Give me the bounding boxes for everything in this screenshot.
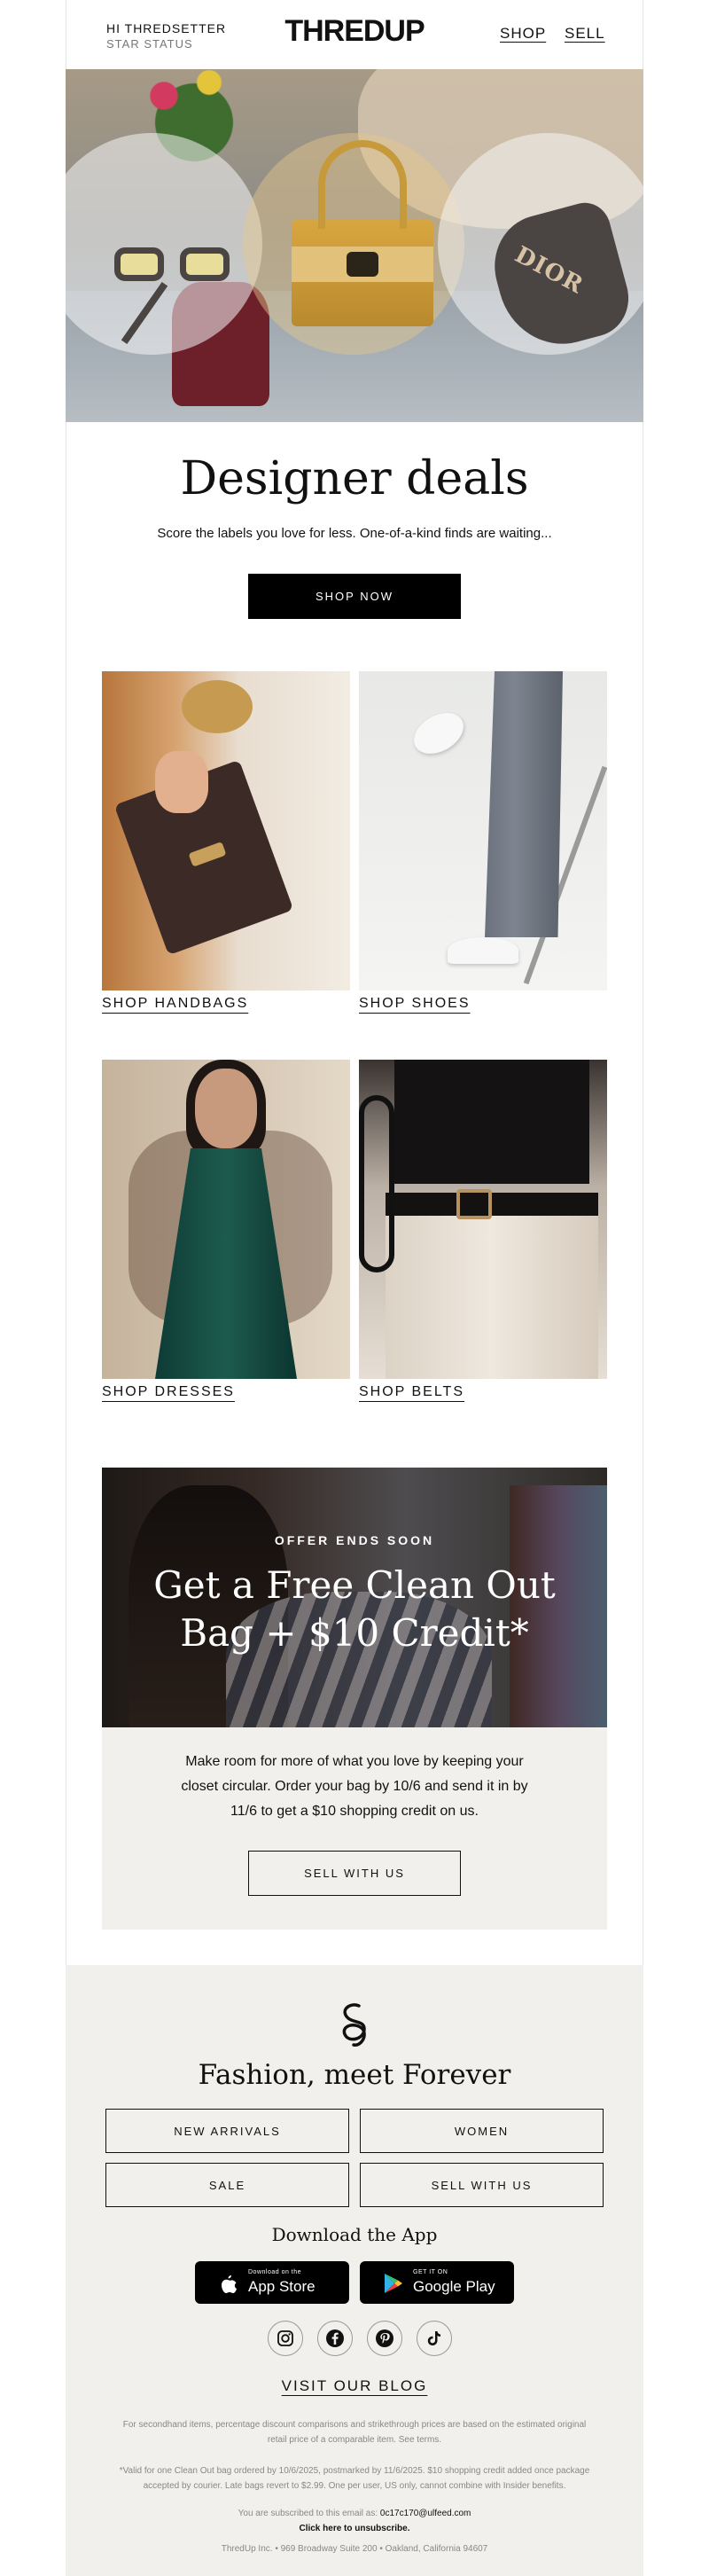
sell-with-us-button[interactable]: SELL WITH US bbox=[248, 1851, 461, 1896]
tiktok-link[interactable] bbox=[417, 2321, 452, 2356]
email-footer: Fashion, meet Forever NEW ARRIVALS WOMEN… bbox=[66, 1965, 643, 2576]
deals-subtitle: Score the labels you love for less. One-… bbox=[157, 526, 552, 541]
fine-print-pricing: For secondhand items, percentage discoun… bbox=[122, 2420, 587, 2445]
thredup-loop-icon bbox=[342, 2003, 366, 2047]
subscribed-prefix: You are subscribed to this email as: bbox=[238, 2509, 378, 2518]
app-store-badge[interactable]: Download on the App Store bbox=[195, 2261, 349, 2304]
tiktok-icon bbox=[427, 2331, 440, 2345]
offer-description: Make room for more of what you love by k… bbox=[181, 1754, 528, 1819]
belts-image[interactable] bbox=[359, 1060, 607, 1379]
facebook-link[interactable] bbox=[317, 2321, 353, 2356]
google-play-icon bbox=[385, 2274, 402, 2293]
google-play-text: Google Play bbox=[413, 2278, 495, 2295]
fine-print-offer-terms: *Valid for one Clean Out bag ordered by … bbox=[119, 2466, 590, 2491]
footer-sell-with-us-button[interactable]: SELL WITH US bbox=[360, 2163, 604, 2207]
offer-title-line-2: Bag + $10 Credit* bbox=[180, 1611, 529, 1655]
thredup-logo[interactable]: THREDUP bbox=[66, 14, 643, 49]
visit-blog: VISIT OUR BLOG bbox=[66, 2377, 643, 2395]
instagram-link[interactable] bbox=[268, 2321, 303, 2356]
shop-handbags-link[interactable]: SHOP HANDBAGS bbox=[102, 996, 248, 1012]
offer-tag: OFFER ENDS SOON bbox=[274, 1533, 435, 1547]
pinterest-icon bbox=[376, 2329, 393, 2347]
offer-banner[interactable]: OFFER ENDS SOON Get a Free Clean Out Bag… bbox=[102, 1468, 607, 1727]
hero-image[interactable]: DIOR bbox=[66, 69, 643, 422]
instagram-icon bbox=[277, 2330, 293, 2346]
google-play-small-text: GET IT ON bbox=[413, 2269, 448, 2275]
shoes-image[interactable] bbox=[359, 671, 607, 990]
download-app-heading: Download the App bbox=[271, 2224, 438, 2245]
company-address: ThredUp Inc. • 969 Broadway Suite 200 • … bbox=[221, 2544, 488, 2554]
new-arrivals-button[interactable]: NEW ARRIVALS bbox=[105, 2109, 349, 2153]
facebook-icon bbox=[326, 2329, 344, 2347]
email-header: HI THREDSETTER STAR STATUS THREDUP SHOP … bbox=[66, 0, 643, 69]
deals-title: Designer deals bbox=[180, 452, 529, 505]
sunglasses-image bbox=[114, 233, 247, 345]
offer-body: Make room for more of what you love by k… bbox=[102, 1727, 607, 1930]
dresses-image[interactable] bbox=[102, 1060, 350, 1379]
app-store-small-text: Download on the bbox=[248, 2269, 302, 2275]
app-store-text: App Store bbox=[248, 2278, 316, 2295]
handbag-image bbox=[292, 140, 433, 326]
pinterest-link[interactable] bbox=[367, 2321, 402, 2356]
women-button[interactable]: WOMEN bbox=[360, 2109, 604, 2153]
offer-title: Get a Free Clean Out Bag + $10 Credit* bbox=[102, 1562, 607, 1657]
footer-tagline: Fashion, meet Forever bbox=[198, 2059, 511, 2091]
shop-dresses-link[interactable]: SHOP DRESSES bbox=[102, 1384, 235, 1400]
nav-sell-link[interactable]: SELL bbox=[565, 25, 605, 43]
shop-shoes-link[interactable]: SHOP SHOES bbox=[359, 996, 471, 1012]
sale-button[interactable]: SALE bbox=[105, 2163, 349, 2207]
subscribed-email: 0c17c170@ulfeed.com bbox=[379, 2509, 471, 2518]
shop-now-button[interactable]: SHOP NOW bbox=[248, 574, 461, 619]
shop-belts-link[interactable]: SHOP BELTS bbox=[359, 1384, 464, 1400]
handbags-image[interactable] bbox=[102, 671, 350, 990]
nav-shop-link[interactable]: SHOP bbox=[500, 25, 546, 43]
unsubscribe-link[interactable]: Click here to unsubscribe. bbox=[299, 2524, 409, 2533]
offer-title-line-1: Get a Free Clean Out bbox=[153, 1563, 556, 1607]
apple-icon bbox=[222, 2275, 237, 2293]
visit-blog-link[interactable]: VISIT OUR BLOG bbox=[282, 2377, 428, 2394]
subscription-info: You are subscribed to this email as: 0c1… bbox=[119, 2506, 590, 2536]
google-play-badge[interactable]: GET IT ON Google Play bbox=[360, 2261, 514, 2304]
